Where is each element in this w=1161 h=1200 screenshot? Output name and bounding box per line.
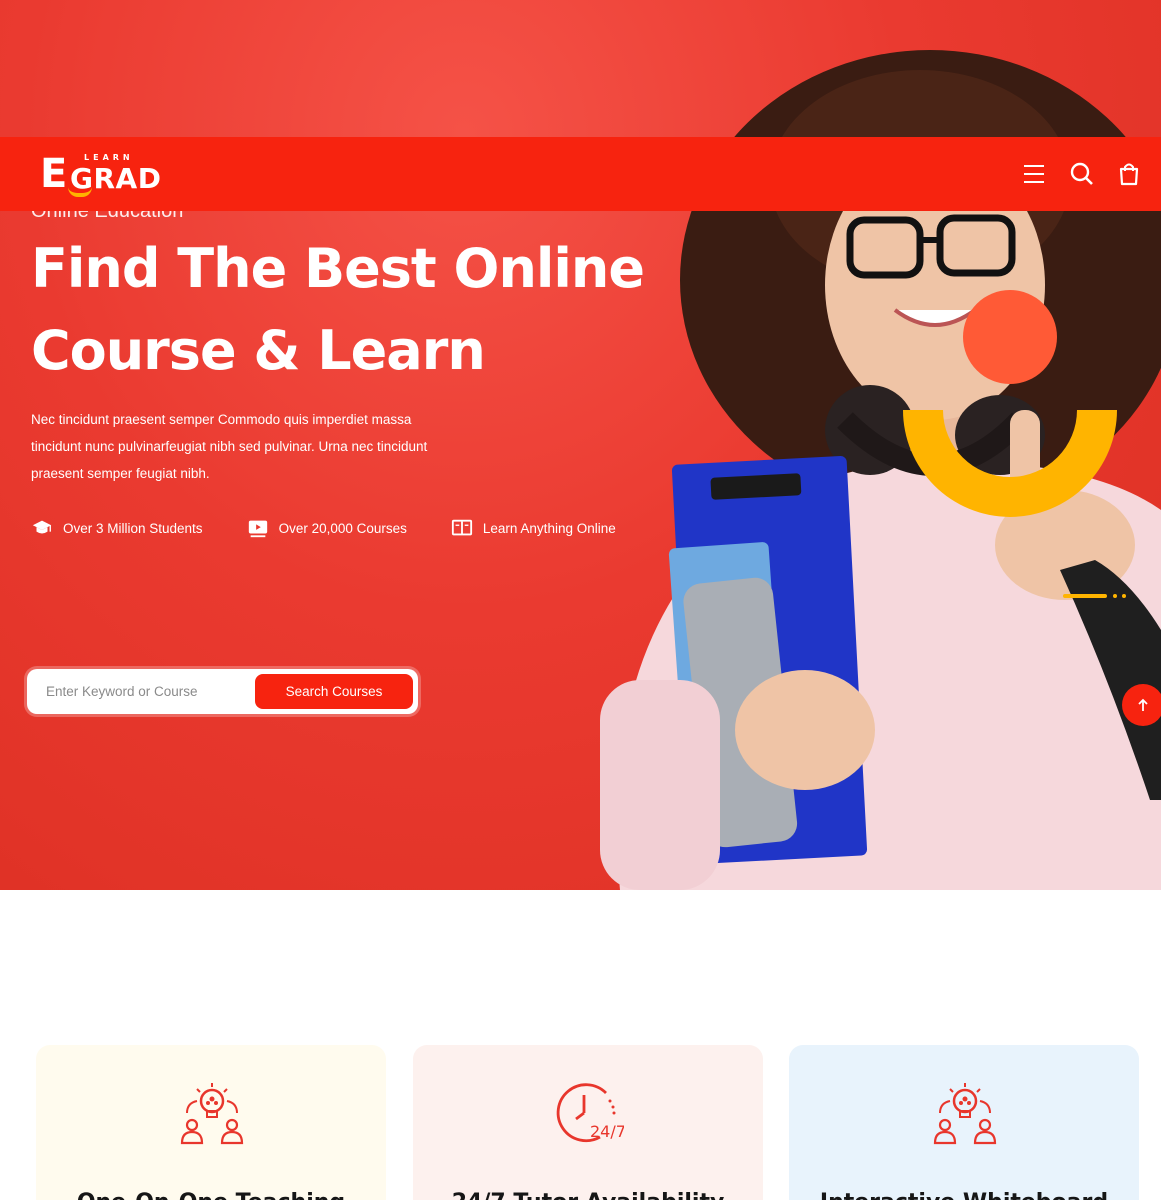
stat-courses-label: Over 20,000 Courses	[278, 520, 407, 536]
svg-text:24/7: 24/7	[590, 1122, 624, 1141]
stat-students: Over 3 Million Students	[31, 517, 203, 539]
arrow-up-icon	[1138, 698, 1148, 711]
back-to-top-button[interactable]	[1122, 684, 1161, 726]
video-player-icon	[248, 520, 267, 538]
course-search-bar: Search Courses	[27, 669, 418, 714]
stat-students-label: Over 3 Million Students	[63, 520, 203, 536]
logo-letter: E	[40, 151, 68, 197]
hero-description-line-3: praesent semper feugiat nibh.	[31, 466, 210, 481]
logo-swoosh	[68, 187, 92, 197]
feature-title: Interactive Whiteboard	[789, 1190, 1139, 1200]
book-icon	[451, 519, 472, 536]
feature-card-one-on-one[interactable]: One-On-One Teaching	[36, 1045, 386, 1200]
search-courses-button[interactable]: Search Courses	[255, 674, 413, 709]
teaching-bulb-icon	[933, 1083, 997, 1145]
hero-description: Nec tincidunt praesent semper Commodo qu…	[31, 406, 481, 487]
hero-section: Online Education Find The Best Online Co…	[0, 0, 1161, 890]
hero-title: Find The Best Online Course & Learn	[31, 228, 671, 392]
stat-learn-label: Learn Anything Online	[482, 520, 616, 536]
feature-title: 24/7 Tutor Availability	[413, 1190, 763, 1200]
course-search-input[interactable]	[27, 669, 257, 714]
hero-title-line-2: Course & Learn	[31, 319, 486, 382]
feature-title: One-On-One Teaching	[36, 1190, 386, 1200]
graduation-cap-icon	[32, 520, 52, 534]
menu-icon[interactable]	[1021, 161, 1047, 187]
site-header: LEARN E GRAD	[0, 137, 1161, 211]
feature-card-tutor-availability[interactable]: 24/7 24/7 Tutor Availability	[413, 1045, 763, 1200]
hero-description-line-1: Nec tincidunt praesent semper Commodo qu…	[31, 412, 412, 427]
feature-card-whiteboard[interactable]: Interactive Whiteboard	[789, 1045, 1139, 1200]
search-icon[interactable]	[1069, 161, 1095, 187]
hero-stats: Over 3 Million Students Over 20,000 Cour…	[31, 517, 616, 539]
clock-24-7-icon: 24/7	[556, 1083, 624, 1143]
egrad-logo[interactable]: LEARN E GRAD	[40, 149, 180, 199]
teaching-bulb-icon	[180, 1083, 244, 1145]
hero-title-line-1: Find The Best Online	[31, 237, 645, 300]
shopping-bag-icon[interactable]	[1116, 161, 1142, 187]
logo-tagline: LEARN	[84, 153, 134, 162]
stat-learn: Learn Anything Online	[451, 517, 616, 539]
hero-description-line-2: tincidunt nunc pulvinarfeugiat nibh sed …	[31, 439, 428, 454]
stat-courses: Over 20,000 Courses	[247, 517, 407, 539]
